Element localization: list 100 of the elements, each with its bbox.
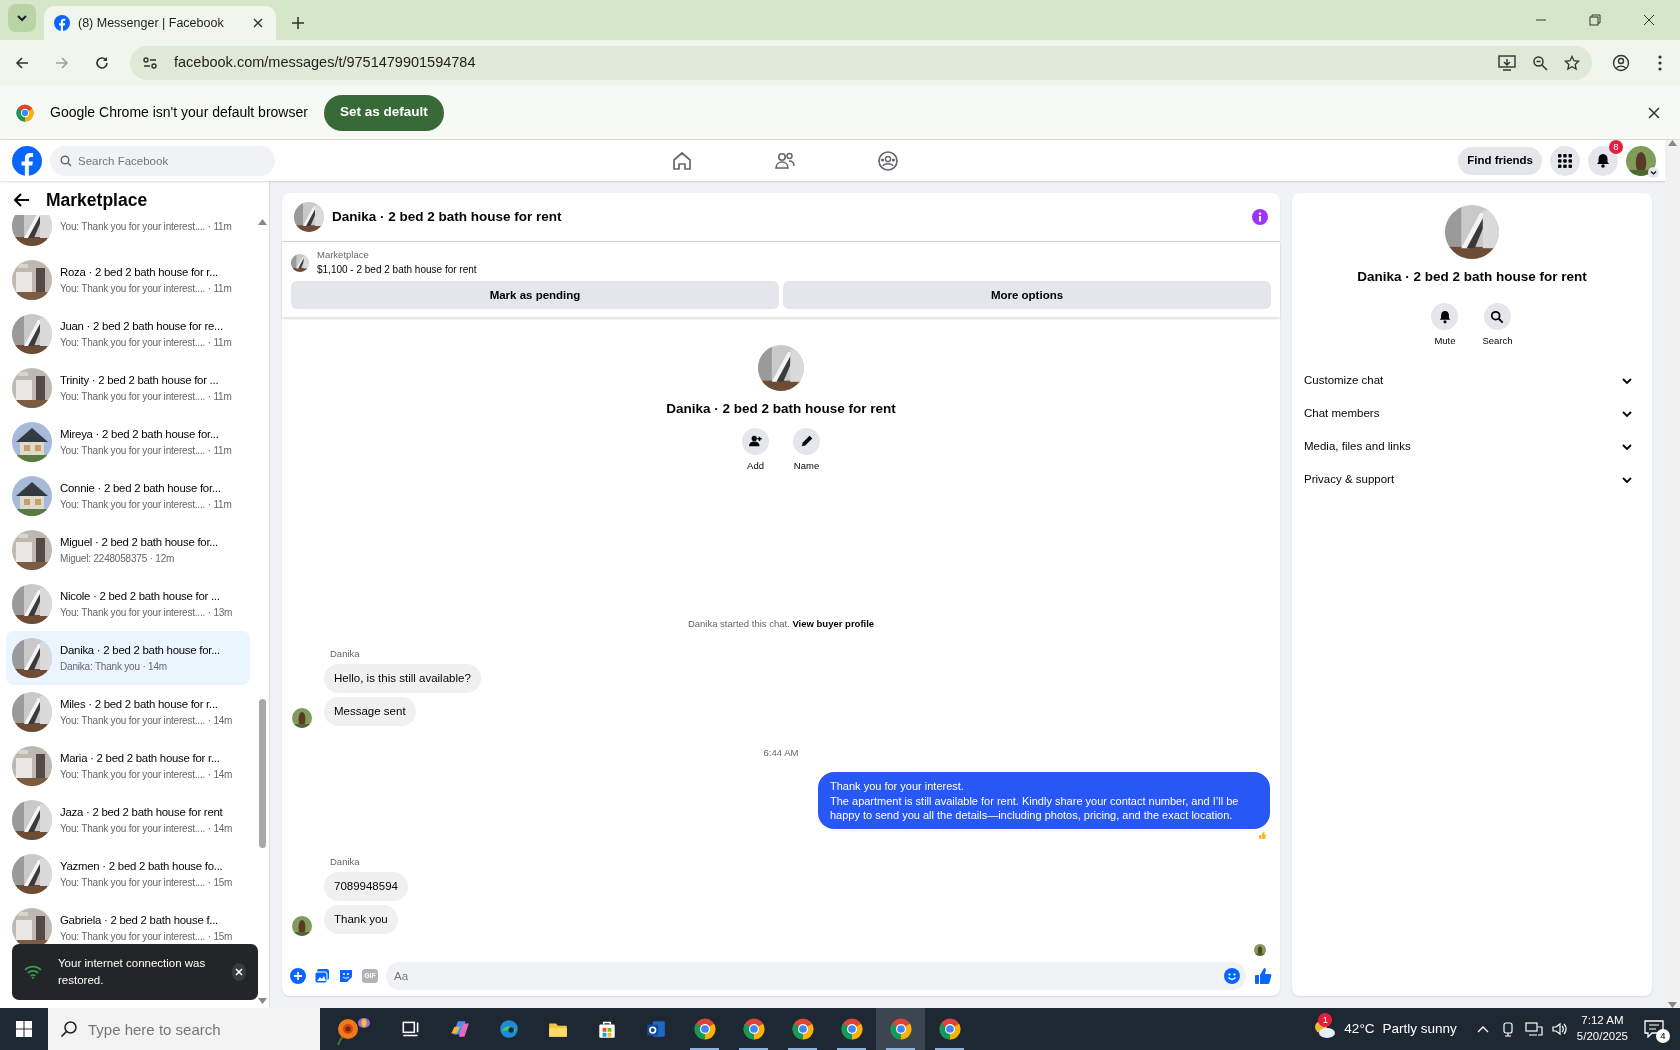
chrome-button[interactable] [876, 1008, 925, 1050]
plus-icon [290, 968, 306, 984]
conversation-item[interactable]: Roza · 2 bed 2 bath house for r... You: Thank you for your interest.... · 11m [6, 253, 250, 307]
person-icon [1612, 54, 1630, 72]
view-profile-link[interactable]: View buyer profile [792, 618, 875, 630]
chevron-icon [16, 12, 28, 24]
notifications-button[interactable] [1588, 145, 1618, 176]
temperature: 42°C [1344, 1019, 1375, 1038]
tab-search-button[interactable] [8, 4, 36, 32]
message-preview: You: Thank you for your interest.... · 14m [60, 714, 233, 729]
taskbar-search-field[interactable]: Type here to search [48, 1008, 320, 1050]
bell-icon [1596, 153, 1610, 168]
sticker-icon [338, 968, 354, 984]
back-button[interactable] [14, 193, 30, 207]
message-input[interactable]: Aa [386, 962, 1246, 990]
action-button[interactable]: Mark as pending [291, 281, 779, 310]
network-icon[interactable] [1524, 1021, 1543, 1037]
notifications-icon[interactable] [1644, 1020, 1664, 1038]
conversation-item[interactable]: You: Thank you for your interest.... · 11m [6, 215, 250, 253]
message-preview: You: Thank you for your interest.... · 15m [60, 876, 233, 891]
conversation-item[interactable]: Connie · 2 bed 2 bath house for... You: Thank you for your interest.... · 11m [6, 469, 250, 523]
wifi-icon [24, 965, 42, 979]
section-header[interactable]: Privacy & support [1304, 463, 1640, 497]
message-preview: You: Thank you for your interest.... · 14m [60, 822, 233, 837]
conversation-item[interactable]: Trinity · 2 bed 2 bath house for ... You: Thank you for your interest.... · 11m [6, 361, 250, 415]
chrome-icon [16, 103, 34, 122]
facebook-logo[interactable] [12, 145, 42, 176]
conversation-title: Jaza · 2 bed 2 bath house for rent [60, 804, 224, 820]
message-bubble: Hello, is this still available? [324, 663, 481, 693]
reload-icon [94, 55, 110, 71]
sticker-button[interactable] [338, 968, 354, 984]
like-button[interactable] [1254, 967, 1272, 985]
menu-icon [1658, 55, 1662, 71]
message-preview: You: Thank you for your interest.... · 13m [60, 606, 233, 621]
conversation-title: Mireya · 2 bed 2 bath house for... [60, 426, 220, 442]
conversation-item[interactable]: Juan · 2 bed 2 bath house for re... You: Thank you for your interest.... · 11m [6, 307, 250, 361]
close-button[interactable] [231, 963, 246, 981]
mute-button[interactable] [1431, 303, 1459, 331]
scrollbar-thumb[interactable] [259, 699, 266, 848]
star-icon[interactable] [1564, 55, 1580, 71]
photo-button[interactable] [314, 968, 330, 984]
chat-title: Danika · 2 bed 2 bath house for rent [332, 207, 563, 226]
install-icon[interactable] [1498, 55, 1516, 71]
info-icon [1252, 209, 1268, 225]
conversation-title: Roza · 2 bed 2 bath house for r... [60, 264, 220, 280]
notification-count: 4 [1656, 1029, 1670, 1043]
search-icon [60, 154, 72, 167]
conversation-item[interactable]: Nicole · 2 bed 2 bath house for ... You: Thank you for your interest.... · 13m [6, 577, 250, 631]
conversation-item[interactable]: Miles · 2 bed 2 bath house for r... You: Thank you for your interest.... · 14m [6, 685, 250, 739]
add-button[interactable] [742, 427, 769, 455]
conversation-item[interactable]: Maria · 2 bed 2 bath house for r... You: Thank you for your interest.... · 14m [6, 739, 250, 793]
infobar-text: Google Chrome isn't your default browser [50, 103, 308, 122]
conversation-item[interactable]: Danika · 2 bed 2 bath house for... Danika: Thank you · 14m [6, 631, 250, 685]
profile-name: Danika · 2 bed 2 bath house for rent [666, 400, 896, 419]
set-default-button[interactable]: Set as default [323, 94, 444, 131]
message-bubble: Message sent [324, 696, 416, 727]
edit-button[interactable] [793, 427, 820, 455]
listing-summary: $1,100 - 2 bed 2 bath house for rent [317, 263, 477, 278]
forward-icon [54, 55, 70, 71]
conversation-title: Danika · 2 bed 2 bath house for... [60, 642, 220, 658]
bell-icon [1437, 309, 1452, 324]
search-icon [1490, 309, 1505, 324]
action-button[interactable]: More options [783, 281, 1271, 310]
search-field[interactable]: Search Facebook [50, 145, 275, 176]
address-bar[interactable]: facebook.com/messages/t/9751479901594784 [130, 46, 1592, 80]
new-tab-icon [291, 16, 305, 30]
section-header[interactable]: Media, files and links [1304, 430, 1640, 464]
conversation-item[interactable]: Mireya · 2 bed 2 bath house for... You: Thank you for your interest.... · 11m [6, 415, 250, 469]
button-label: Add [747, 458, 764, 473]
emoji-icon[interactable] [1224, 968, 1240, 984]
add-person-icon [748, 434, 763, 448]
message-preview: Miguel: 2248058375 · 12m [60, 552, 176, 567]
mail-icon [644, 1018, 667, 1040]
search-button[interactable] [1484, 303, 1511, 331]
conversation-item[interactable]: Yazmen · 2 bed 2 bath house fo... You: Thank you for your interest.... · 15m [6, 847, 250, 901]
find-friends-button[interactable]: Find friends [1458, 146, 1542, 175]
zoom-icon[interactable] [1532, 55, 1548, 71]
message-preview: You: Thank you for your interest.... · 15m [60, 930, 233, 945]
close-icon [253, 18, 263, 28]
clock-date: 5/20/2025 [1576, 1029, 1628, 1044]
conversation-title: Nicole · 2 bed 2 bath house for ... [60, 588, 221, 604]
weather-badge: 1 [1318, 1013, 1333, 1027]
caret-icon [1648, 166, 1659, 178]
section-header[interactable]: Chat members [1304, 397, 1640, 431]
info-button[interactable] [1252, 209, 1268, 225]
message-preview: You: Thank you for your interest.... · 11m [60, 444, 232, 459]
chrome-icon [693, 1018, 716, 1040]
conversation-title: Trinity · 2 bed 2 bath house for ... [60, 372, 220, 388]
apps-menu-button[interactable] [1550, 145, 1580, 176]
grid-icon [1558, 153, 1572, 168]
facebook-icon [54, 15, 70, 31]
browser-tab[interactable]: (8) Messenger | Facebook [44, 6, 276, 40]
conversation-item[interactable]: Jaza · 2 bed 2 bath house for rent You: Thank you for your interest.... · 14m [6, 793, 250, 847]
restore-icon [1589, 14, 1601, 26]
section-header[interactable]: Customize chat [1304, 364, 1640, 398]
button-label: Search [1482, 334, 1513, 349]
conversation-item[interactable]: Miguel · 2 bed 2 bath house for... Miguel: 2248058375 · 12m [6, 523, 250, 577]
volume-icon[interactable] [1550, 1021, 1569, 1037]
up-arrow-icon [258, 219, 267, 225]
site-settings-icon[interactable] [142, 55, 158, 71]
